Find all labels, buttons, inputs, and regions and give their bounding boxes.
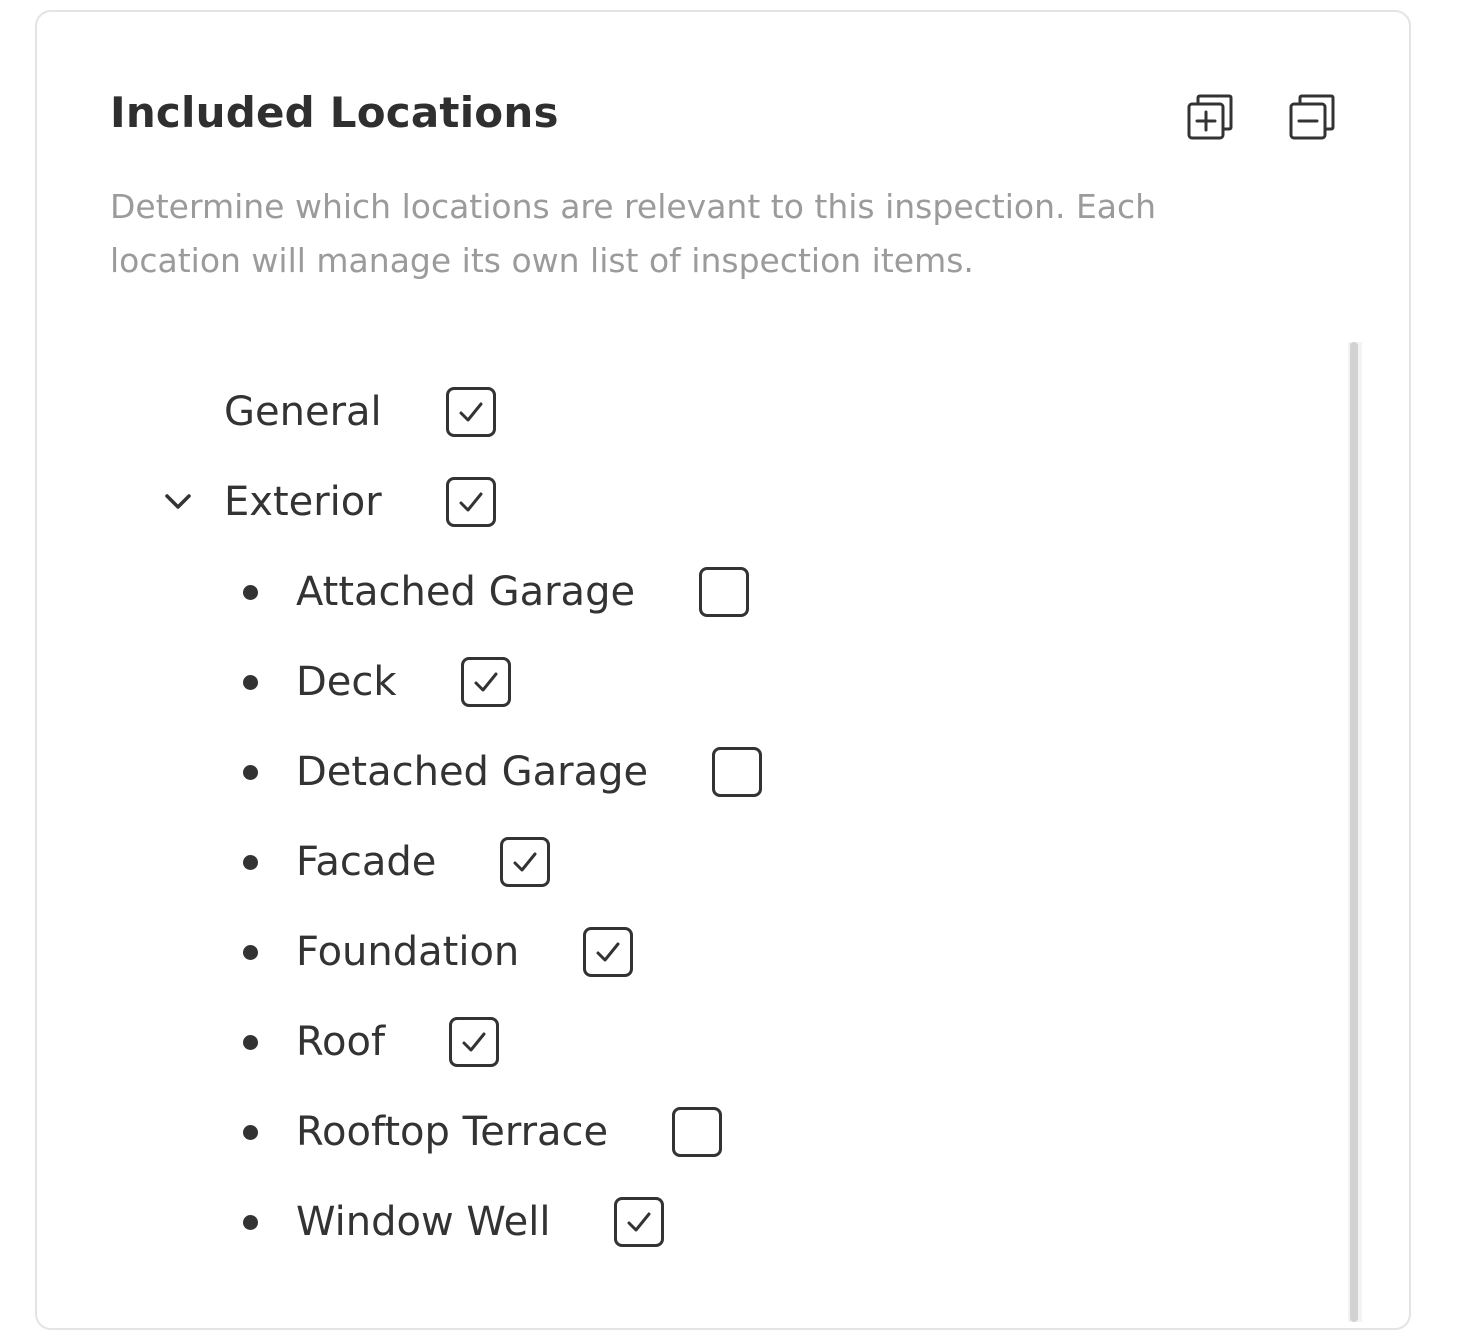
collapse-all-icon	[1289, 94, 1335, 140]
chevron-down-icon[interactable]	[160, 484, 196, 520]
location-row-rooftop-terrace: Rooftop Terrace	[296, 1104, 723, 1160]
panel-description: Determine which locations are relevant t…	[110, 187, 1157, 280]
collapse-all-button[interactable]	[1287, 92, 1337, 142]
location-checkbox[interactable]	[445, 477, 496, 527]
bullet-icon	[243, 1035, 258, 1050]
bullet-icon	[243, 1125, 258, 1140]
location-checkbox[interactable]	[699, 567, 750, 617]
expand-all-icon	[1187, 94, 1233, 140]
scrollbar-track[interactable]	[1348, 342, 1362, 1322]
location-row-exterior: Exterior	[224, 474, 496, 530]
location-label: Deck	[296, 659, 397, 705]
location-row-facade: Facade	[296, 834, 551, 890]
check-icon	[596, 942, 620, 962]
location-row-general: General	[224, 384, 496, 440]
location-label: Facade	[296, 839, 437, 885]
location-label: General	[224, 389, 382, 435]
location-row-detached-garage: Detached Garage	[296, 744, 763, 800]
location-checkbox[interactable]	[449, 1017, 500, 1067]
bullet-icon	[243, 1215, 258, 1230]
panel-title: Included Locations	[110, 88, 559, 137]
bullet-icon	[243, 855, 258, 870]
check-icon	[627, 1212, 651, 1232]
location-label: Roof	[296, 1019, 386, 1065]
location-row-window-well: Window Well	[296, 1194, 665, 1250]
location-checkbox[interactable]	[672, 1107, 723, 1157]
location-label: Detached Garage	[296, 749, 649, 795]
check-icon	[513, 852, 537, 872]
location-row-foundation: Foundation	[296, 924, 634, 980]
scrollbar-thumb[interactable]	[1350, 342, 1358, 1322]
bullet-icon	[243, 945, 258, 960]
check-icon	[462, 1032, 486, 1052]
bullet-icon	[243, 675, 258, 690]
check-icon	[459, 402, 483, 422]
location-label: Rooftop Terrace	[296, 1109, 609, 1155]
location-row-roof: Roof	[296, 1014, 500, 1070]
location-label: Window Well	[296, 1199, 551, 1245]
check-icon	[474, 672, 498, 692]
location-checkbox[interactable]	[460, 657, 511, 707]
location-checkbox[interactable]	[445, 387, 496, 437]
location-label: Foundation	[296, 929, 520, 975]
location-checkbox[interactable]	[583, 927, 634, 977]
location-row-attached-garage: Attached Garage	[296, 564, 750, 620]
bullet-icon	[243, 585, 258, 600]
location-checkbox[interactable]	[712, 747, 763, 797]
location-checkbox[interactable]	[614, 1197, 665, 1247]
expand-all-button[interactable]	[1185, 92, 1235, 142]
location-label: Attached Garage	[296, 569, 636, 615]
location-row-deck: Deck	[296, 654, 511, 710]
bullet-icon	[243, 765, 258, 780]
location-label: Exterior	[224, 479, 382, 525]
check-icon	[459, 492, 483, 512]
location-checkbox[interactable]	[500, 837, 551, 887]
